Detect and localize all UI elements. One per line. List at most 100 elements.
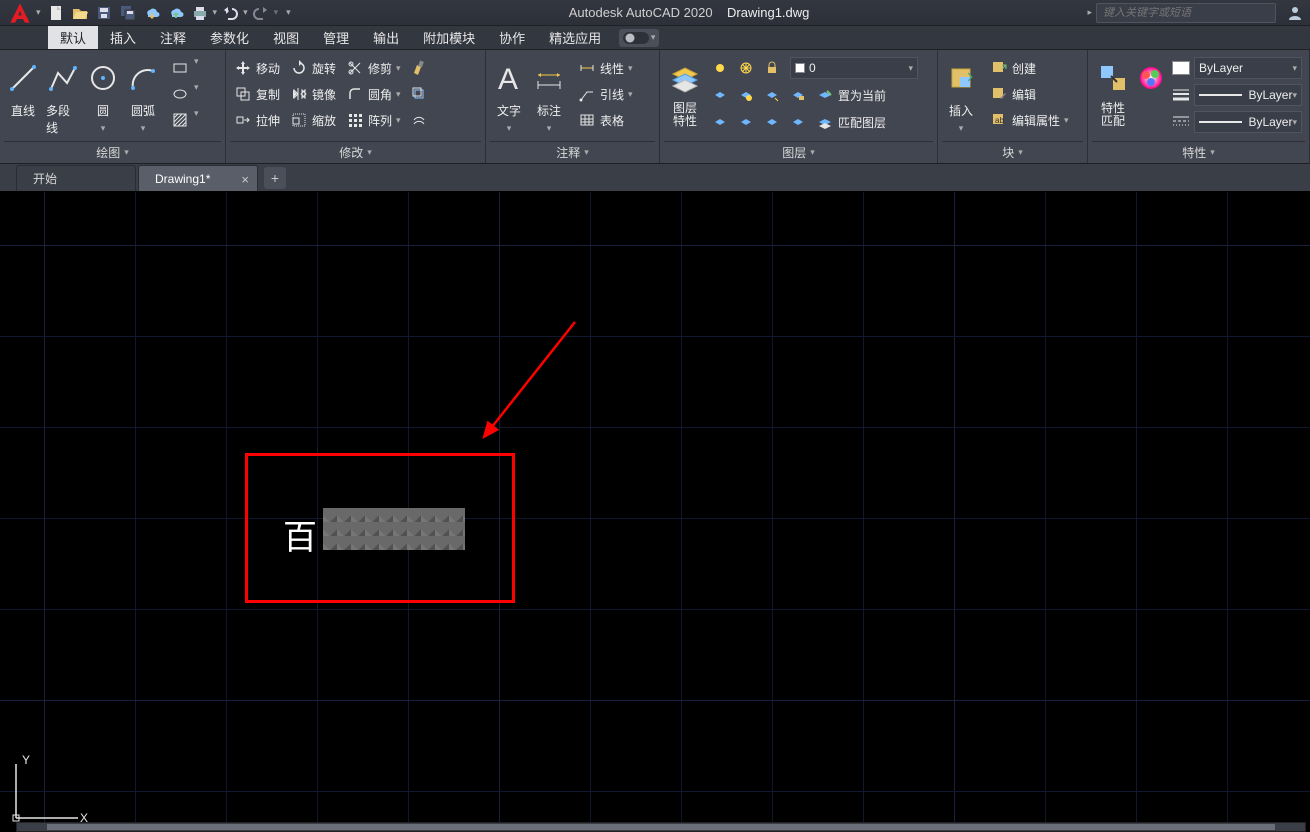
document-tab-drawing1[interactable]: Drawing1* × (138, 165, 258, 191)
ribbon-tab-featured[interactable]: 精选应用 (537, 26, 613, 49)
tab-close-icon[interactable]: × (241, 172, 249, 187)
polyline-button[interactable]: 多段线 (44, 56, 82, 138)
ribbon-tab-parametric[interactable]: 参数化 (198, 26, 261, 49)
fillet-button[interactable]: 圆角▾ (342, 82, 405, 106)
leader-button[interactable]: 引线▾ (574, 82, 637, 106)
layer-freeze2-icon[interactable] (760, 83, 784, 107)
match-layer-button[interactable]: 匹配图层 (812, 110, 890, 134)
drawing-canvas[interactable]: 百 Y X (0, 192, 1310, 832)
insert-block-button[interactable]: 插入▾ (942, 56, 980, 136)
panel-properties-title[interactable]: 特性▾ (1092, 141, 1305, 163)
ribbon-tab-output[interactable]: 输出 (361, 26, 411, 49)
layer-on2-icon[interactable] (734, 110, 758, 134)
open-icon[interactable] (69, 2, 91, 24)
mirror-button[interactable]: 镜像 (286, 82, 340, 106)
scrollbar-thumb[interactable] (47, 824, 1275, 830)
hatch-dropdown[interactable]: ▾ (194, 108, 199, 132)
edit-attr-icon: ab (990, 111, 1008, 129)
add-tab-button[interactable]: + (264, 167, 286, 189)
circle-dropdown[interactable]: ▾ (101, 123, 106, 134)
offset-button[interactable] (407, 108, 431, 132)
save-as-icon[interactable] (117, 2, 139, 24)
layer-on-icon[interactable] (708, 56, 732, 80)
edit-block-button[interactable]: 编辑 (986, 82, 1073, 106)
ribbon-tab-insert[interactable]: 插入 (98, 26, 148, 49)
panel-layers-title[interactable]: 图层▾ (664, 141, 933, 163)
layer-unlock-icon[interactable] (786, 110, 810, 134)
ellipse-dropdown[interactable]: ▾ (194, 82, 199, 106)
redo-dropdown[interactable]: ▾ (274, 7, 279, 18)
linetype-dropdown[interactable]: ByLayer▾ (1172, 110, 1302, 134)
stretch-button[interactable]: 拉伸 (230, 108, 284, 132)
create-block-button[interactable]: 创建 (986, 56, 1073, 80)
horizontal-scrollbar[interactable] (16, 822, 1306, 832)
rotate-button[interactable]: 旋转 (286, 56, 340, 80)
dimension-button[interactable]: 标注▾ (530, 56, 568, 136)
layer-off-icon[interactable] (734, 83, 758, 107)
move-button[interactable]: 移动 (230, 56, 284, 80)
circle-button[interactable]: 圆 ▾ (84, 56, 122, 136)
sign-in-icon[interactable] (1284, 2, 1306, 24)
stretch-icon (234, 111, 252, 129)
ellipse-button[interactable] (168, 82, 192, 106)
cloud-save-icon[interactable] (165, 2, 187, 24)
set-current-layer-button[interactable]: 置为当前 (812, 83, 890, 107)
layer-thaw-icon[interactable] (760, 110, 784, 134)
line-button[interactable]: 直线 (4, 56, 42, 121)
table-button[interactable]: 表格 (574, 108, 637, 132)
ribbon-tab-collaborate[interactable]: 协作 (487, 26, 537, 49)
layer-iso-icon[interactable] (708, 83, 732, 107)
plot-icon[interactable] (189, 2, 211, 24)
layer-lock-icon[interactable] (760, 56, 784, 80)
save-icon[interactable] (93, 2, 115, 24)
ucs-y-label: Y (22, 753, 30, 767)
ribbon-tab-view[interactable]: 视图 (261, 26, 311, 49)
layer-uniso-icon[interactable] (708, 110, 732, 134)
ribbon-tab-annotate[interactable]: 注释 (148, 26, 198, 49)
search-input[interactable] (1103, 7, 1269, 19)
document-tab-start[interactable]: 开始 (16, 165, 136, 191)
autocad-logo-icon[interactable] (4, 1, 36, 25)
search-box[interactable] (1096, 3, 1276, 23)
undo-icon[interactable] (219, 2, 241, 24)
layer-properties-button[interactable]: 图层特性 (664, 56, 706, 130)
lineweight-dropdown[interactable]: ByLayer▾ (1172, 83, 1302, 107)
ribbon-tab-manage[interactable]: 管理 (311, 26, 361, 49)
plot-dropdown[interactable]: ▾ (213, 7, 218, 18)
hatch-button[interactable] (168, 108, 192, 132)
explode-button[interactable] (407, 82, 431, 106)
panel-modify-title[interactable]: 修改▾ (230, 141, 481, 163)
new-icon[interactable] (45, 2, 67, 24)
copy-button[interactable]: 复制 (230, 82, 284, 106)
redo-icon[interactable] (250, 2, 272, 24)
document-name: Drawing1.dwg (727, 5, 809, 20)
trim-button[interactable]: 修剪▾ (342, 56, 405, 80)
scale-button[interactable]: 缩放 (286, 108, 340, 132)
edit-attr-button[interactable]: ab编辑属性▾ (986, 108, 1073, 132)
bylayer-colors-button[interactable] (1136, 56, 1166, 100)
array-button[interactable]: 阵列▾ (342, 108, 405, 132)
layer-dropdown[interactable]: 0 ▾ (790, 57, 918, 79)
panel-annotate-title[interactable]: 注释▾ (490, 141, 655, 163)
linear-dim-button[interactable]: 线性▾ (574, 56, 637, 80)
panel-block-title[interactable]: 块▾ (942, 141, 1083, 163)
ribbon-tab-default[interactable]: 默认 (48, 26, 98, 49)
arc-button[interactable]: 圆弧 ▾ (124, 56, 162, 136)
panel-draw-title[interactable]: 绘图▾ (4, 141, 221, 163)
match-properties-button[interactable]: 特性匹配 (1092, 56, 1134, 130)
app-menu-dropdown[interactable]: ▾ (36, 7, 41, 18)
cloud-open-icon[interactable] (141, 2, 163, 24)
erase-button[interactable] (407, 56, 431, 80)
arc-dropdown[interactable]: ▾ (141, 123, 146, 134)
ribbon-tab-addins[interactable]: 附加模块 (411, 26, 487, 49)
text-button[interactable]: A 文字▾ (490, 56, 528, 136)
object-color-dropdown[interactable]: ByLayer▾ (1172, 56, 1302, 80)
app-switch-toggle[interactable]: ▾ (619, 29, 659, 47)
rectangle-button[interactable] (168, 56, 192, 80)
undo-dropdown[interactable]: ▾ (243, 7, 248, 18)
layer-lock2-icon[interactable] (786, 83, 810, 107)
layer-freeze-icon[interactable] (734, 56, 758, 80)
title-bar: ▾ ▾ ▾ ▾ ▾ Autodesk AutoCAD 2020 Drawing1… (0, 0, 1310, 26)
infobar-chevron[interactable]: ▸ (1087, 7, 1092, 18)
rectangle-dropdown[interactable]: ▾ (194, 56, 199, 80)
